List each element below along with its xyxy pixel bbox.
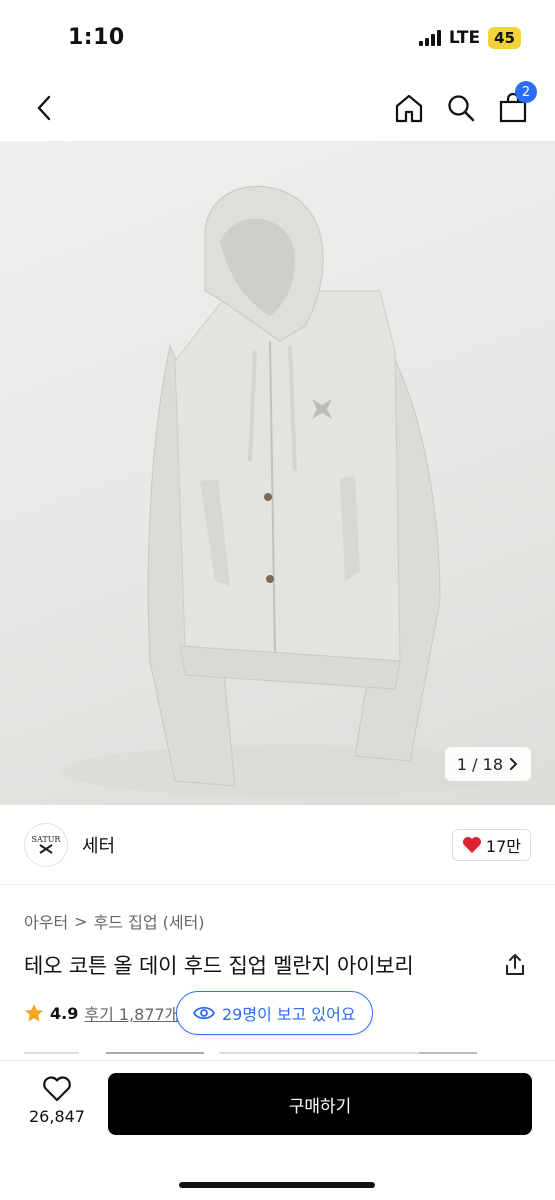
wishlist-button[interactable]: 26,847 (24, 1075, 90, 1126)
share-icon (506, 954, 524, 975)
network-label: LTE (448, 27, 481, 48)
chevron-left-icon (37, 95, 51, 121)
nav-actions: 2 (393, 81, 537, 124)
eye-icon (193, 1006, 215, 1020)
share-button[interactable] (499, 949, 531, 981)
heart-filled-icon (462, 836, 481, 853)
brand-name: 세터 (82, 835, 116, 857)
cart-count-badge: 2 (515, 81, 537, 103)
home-indicator (179, 1182, 375, 1188)
hoodie-photo (60, 185, 520, 797)
heart-outline-icon (43, 1076, 71, 1102)
reviews-link[interactable]: 후기 1,877개 (84, 1001, 179, 1025)
wishlist-count: 26,847 (29, 1107, 85, 1126)
like-count: 17만 (485, 836, 521, 856)
viewers-badge: 29명이 보고 있어요 (176, 991, 373, 1035)
search-icon (448, 95, 475, 122)
status-time: 1:10 (68, 25, 125, 50)
star-icon (25, 1004, 43, 1022)
bottom-action-bar: 26,847 구매하기 (0, 1060, 555, 1200)
image-counter: 1 / 18 (456, 754, 503, 774)
status-bar: 1:10 LTE 45 (0, 0, 555, 75)
chevron-right-icon (510, 758, 518, 770)
product-image[interactable]: 1 / 18 (0, 141, 555, 805)
image-counter-button[interactable]: 1 / 18 (444, 747, 531, 781)
home-button[interactable] (393, 92, 425, 124)
signal-icon (418, 29, 441, 46)
breadcrumb-separator: > (74, 911, 88, 931)
back-button[interactable] (28, 92, 60, 124)
product-title: 테오 코튼 올 데이 후드 집업 멜란지 아이보리 (24, 954, 414, 978)
viewers-label: 29명이 보고 있어요 (222, 1005, 356, 1024)
breadcrumb-category[interactable]: 아우터 (24, 909, 68, 933)
status-right: LTE 45 (418, 26, 521, 49)
like-button[interactable]: 17만 (451, 828, 531, 861)
brand-row: SATUR 세터 17만 (0, 805, 555, 885)
breadcrumb: 아우터 > 후드 집업 (세터) (0, 885, 555, 933)
battery-icon: 45 (488, 26, 521, 49)
title-row: 테오 코튼 올 데이 후드 집업 멜란지 아이보리 (0, 933, 555, 981)
brand-logo-text: SATUR (31, 835, 61, 844)
brand-emblem-icon (39, 844, 53, 854)
top-nav: 2 (0, 75, 555, 141)
rating-row: 4.9 후기 1,877개 29명이 보고 있어요 (0, 981, 555, 1045)
brand-link[interactable]: SATUR 세터 (24, 822, 116, 867)
rating-score: 4.9 (50, 1003, 79, 1023)
cart-button[interactable]: 2 (497, 81, 537, 124)
search-button[interactable] (445, 92, 477, 124)
brand-logo: SATUR (24, 822, 68, 867)
breadcrumb-subcategory[interactable]: 후드 집업 (세터) (94, 909, 205, 933)
home-icon (395, 94, 423, 123)
tab-strip-divider (24, 1052, 477, 1054)
buy-button[interactable]: 구매하기 (108, 1073, 532, 1135)
